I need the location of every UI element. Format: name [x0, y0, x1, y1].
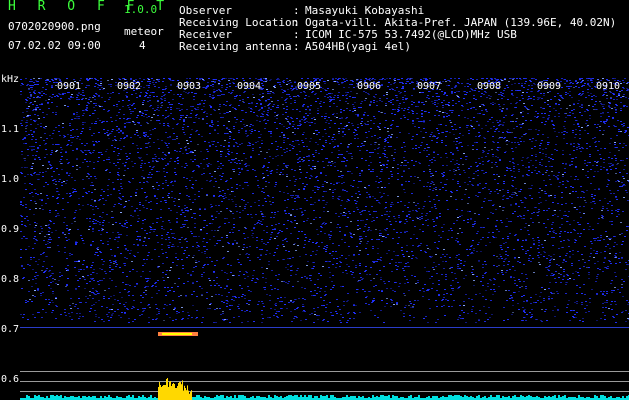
y-tick-label: 0.7: [1, 324, 20, 335]
y-tick-label: 0.6: [1, 374, 20, 385]
x-time-label: 0908: [477, 81, 502, 92]
datetime: 07.02.02 09:00: [8, 39, 101, 52]
app-version: 1.0.0: [124, 3, 158, 16]
x-time-label: 0904: [237, 81, 262, 92]
carrier-line: [20, 327, 629, 328]
antenna-label: Receiving antenna: [179, 40, 292, 53]
x-time-label: 0903: [177, 81, 202, 92]
antenna-sep: :: [293, 40, 300, 53]
meteor-echo-core: [162, 333, 192, 335]
reference-line: [20, 381, 629, 382]
filename: 0702020900.png: [8, 20, 101, 33]
meteor-count: 4: [139, 39, 146, 52]
x-time-label: 0901: [57, 81, 82, 92]
reference-line: [20, 391, 629, 392]
y-unit-label: kHz: [1, 74, 20, 85]
x-time-label: 0910: [596, 81, 621, 92]
noise-field: [20, 78, 629, 323]
amplitude-trace: [20, 395, 629, 400]
x-time-label: 0907: [417, 81, 442, 92]
y-tick-label: 0.8: [1, 274, 20, 285]
spectrogram: [20, 78, 629, 400]
spectrogram-canvas: [20, 78, 629, 400]
header-panel: H R O F F T 1.0.0 0702020900.png 07.02.0…: [0, 0, 629, 62]
x-time-label: 0909: [537, 81, 562, 92]
reference-line: [20, 371, 629, 372]
antenna-value: A504HB(yagi 4el): [305, 40, 411, 53]
x-time-label: 0902: [117, 81, 142, 92]
y-tick-label: 1.0: [1, 174, 20, 185]
x-time-label: 0906: [357, 81, 382, 92]
meteor-label: meteor: [124, 25, 164, 38]
y-tick-label: 0.9: [1, 224, 20, 235]
x-time-label: 0905: [297, 81, 322, 92]
y-tick-label: 1.1: [1, 124, 20, 135]
